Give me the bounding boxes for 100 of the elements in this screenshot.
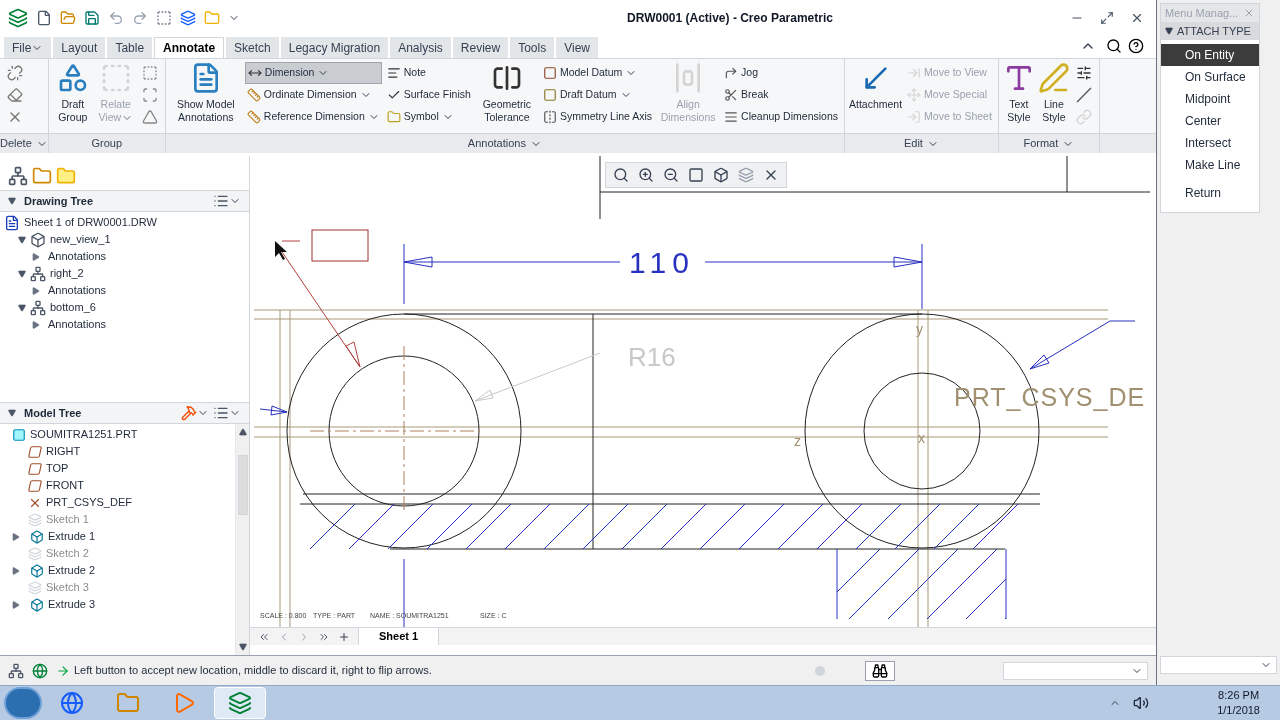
ribbon-button[interactable]: Model Datum [540, 62, 655, 84]
ribbon-tab[interactable]: Table [107, 37, 153, 58]
ribbon-tab[interactable]: Sketch [226, 37, 279, 58]
ribbon-button[interactable]: Dimension [244, 62, 382, 84]
group-label[interactable]: Edit [903, 135, 939, 152]
taskbar-button[interactable] [214, 687, 266, 719]
tree-item[interactable]: bottom_6 [0, 299, 249, 316]
dropdown-field[interactable] [1160, 656, 1277, 674]
ribbon-button[interactable]: Draft Datum [540, 84, 655, 106]
ribbon-tab[interactable]: Analysis [390, 37, 451, 58]
tree-item[interactable]: new_view_1 [0, 231, 249, 248]
group-label[interactable]: Annotations [467, 135, 542, 152]
scroll-down-icon[interactable] [238, 643, 247, 651]
ribbon-tab[interactable]: Tools [510, 37, 555, 58]
sheet-tab[interactable]: Sheet 1 [358, 628, 440, 645]
close-icon[interactable] [1130, 11, 1144, 25]
add-sheet-icon[interactable] [338, 630, 350, 643]
undo-icon[interactable] [108, 10, 124, 26]
tree-item[interactable]: PRT_CSYS_DEF [0, 494, 235, 511]
ribbon-tab[interactable]: View [556, 37, 598, 58]
menu-item[interactable]: Make Line [1161, 154, 1259, 176]
ribbon-button[interactable]: Draft Group [52, 62, 93, 124]
ruler-icon [246, 88, 261, 102]
folder-icon[interactable] [60, 10, 76, 26]
ribbon-tab[interactable]: Legacy Migration [280, 37, 389, 58]
ribbon-button[interactable]: Line Style [1037, 62, 1070, 124]
start-button[interactable] [4, 687, 42, 719]
collapsed-arrow-icon[interactable] [12, 566, 20, 575]
expanded-arrow-icon[interactable] [18, 269, 26, 278]
ribbon-button[interactable]: Text Style [1002, 62, 1035, 124]
tree-item[interactable]: SOUMITRA1251.PRT [0, 426, 235, 443]
tree-item[interactable]: Annotations [0, 248, 249, 265]
menu-item[interactable]: Midpoint [1161, 88, 1259, 110]
app-icon[interactable] [8, 8, 28, 28]
tree-item[interactable]: Extrude 2 [0, 562, 235, 579]
collapsed-arrow-icon[interactable] [32, 286, 40, 295]
scroll-up-icon[interactable] [238, 428, 247, 436]
tree-item[interactable]: FRONT [0, 477, 235, 494]
ribbon-tab[interactable]: Review [452, 37, 509, 58]
collapse-arrow-icon[interactable] [8, 409, 16, 417]
maximize-icon[interactable] [1100, 11, 1114, 25]
list-icon[interactable] [213, 405, 229, 421]
menu-item[interactable]: Intersect [1161, 132, 1259, 154]
collapse-arrow-icon[interactable] [1165, 27, 1173, 35]
ribbon-button[interactable]: Geometric Tolerance [475, 62, 538, 124]
ribbon-button[interactable]: Surface Finish [384, 84, 473, 106]
collapsed-arrow-icon[interactable] [32, 320, 40, 329]
menu-item[interactable]: Center [1161, 110, 1259, 132]
list-icon[interactable] [213, 193, 229, 209]
menu-item[interactable]: On Entity [1161, 44, 1259, 66]
collapsed-arrow-icon[interactable] [12, 600, 20, 609]
tree-item[interactable]: Annotations [0, 316, 249, 333]
tree-item[interactable]: Sheet 1 of DRW0001.DRW [0, 214, 249, 231]
find-button[interactable] [865, 660, 895, 681]
search-icon[interactable] [1106, 38, 1122, 54]
extrude-icon [30, 563, 44, 578]
ribbon-button[interactable]: Note [384, 62, 473, 84]
menu-item[interactable]: Return [1161, 182, 1259, 204]
layers-icon[interactable] [180, 10, 196, 26]
tree-item[interactable]: right_2 [0, 265, 249, 282]
collapse-arrow-icon[interactable] [8, 197, 16, 205]
tree-item[interactable]: RIGHT [0, 443, 235, 460]
tree-item[interactable]: TOP [0, 460, 235, 477]
globe-icon[interactable] [32, 662, 48, 679]
ribbon-button[interactable]: Symmetry Line Axis [540, 106, 655, 128]
collapsed-arrow-icon[interactable] [32, 252, 40, 261]
tree-item[interactable]: Extrude 1 [0, 528, 235, 545]
tree-item[interactable]: Annotations [0, 282, 249, 299]
ribbon-tab[interactable]: File [4, 37, 52, 58]
status-message: Left button to accept new location, middle to discard it, right to flip arrows. [74, 663, 433, 679]
scrollbar[interactable] [235, 424, 249, 655]
tree-toggle-icon[interactable] [8, 662, 24, 679]
help-icon[interactable] [1128, 38, 1144, 54]
save-icon[interactable] [84, 10, 100, 26]
new-file-icon[interactable] [36, 10, 52, 26]
group-label[interactable]: Delete [0, 135, 48, 152]
ribbon-button[interactable]: Ordinate Dimension [244, 84, 382, 106]
ribbon-button[interactable]: Symbol [384, 106, 473, 128]
ribbon-tab[interactable]: Layout [53, 37, 106, 58]
ribbon-tab[interactable]: Annotate [154, 37, 225, 58]
zoom-in-icon [638, 167, 654, 183]
ribbon-button[interactable]: Break [722, 84, 840, 106]
ribbon-button[interactable]: Jog [722, 62, 840, 84]
ribbon-button[interactable]: Reference Dimension [244, 106, 382, 128]
lines-icon [724, 110, 739, 124]
move-icon [907, 88, 922, 102]
ribbon-button[interactable]: Cleanup Dimensions [722, 106, 840, 128]
ribbon-button[interactable]: Show Model Annotations [169, 62, 242, 124]
dashed-square-icon[interactable] [156, 10, 172, 26]
hammer-icon[interactable] [181, 405, 197, 421]
redo-icon[interactable] [132, 10, 148, 26]
tree-item[interactable]: Extrude 3 [0, 596, 235, 613]
collapsed-arrow-icon[interactable] [12, 532, 20, 541]
tree-tab-icon[interactable] [8, 166, 28, 186]
menu-item[interactable]: On Surface [1161, 66, 1259, 88]
volume-icon[interactable] [1133, 695, 1150, 711]
expanded-arrow-icon[interactable] [18, 235, 26, 244]
scroll-thumb[interactable] [237, 454, 248, 515]
expanded-arrow-icon[interactable] [18, 303, 26, 312]
ribbon-button[interactable]: Attachment [849, 62, 903, 111]
